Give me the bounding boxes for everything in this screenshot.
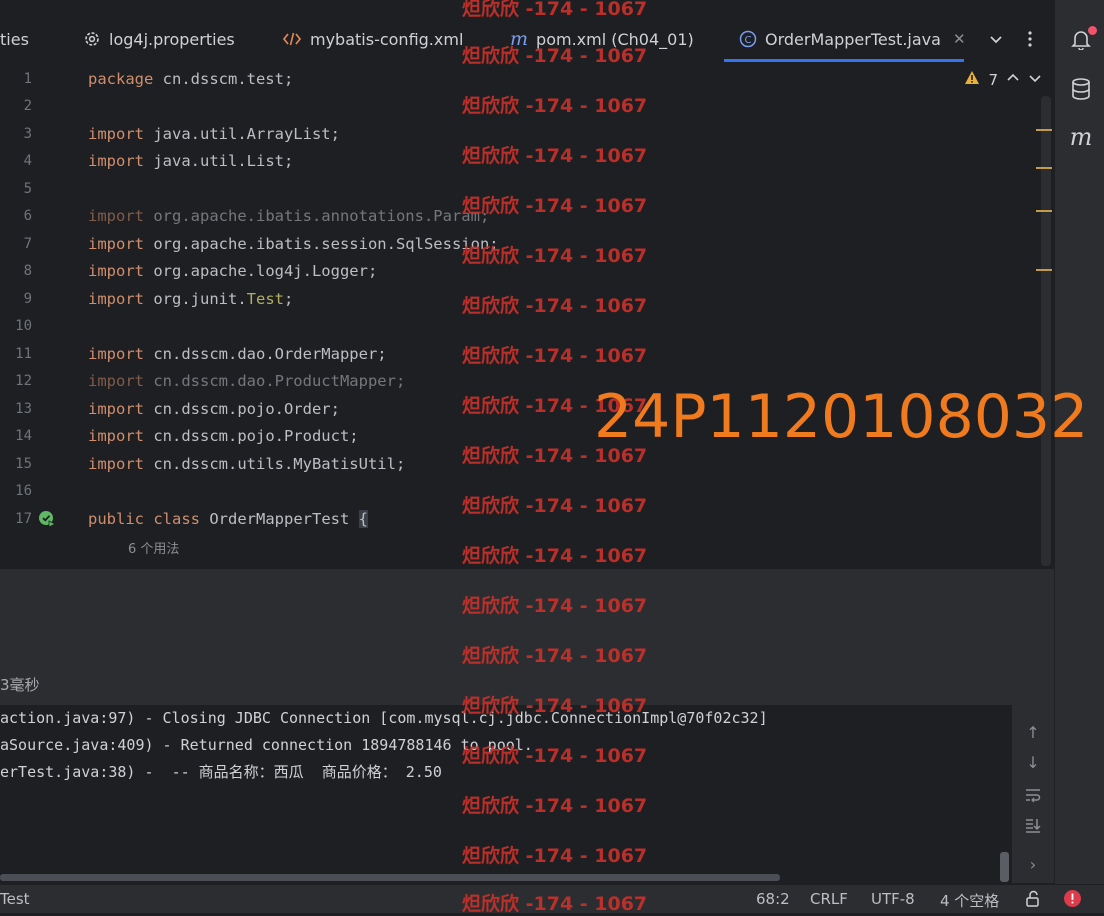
line-number: 9 <box>23 291 32 307</box>
chevron-down-icon[interactable] <box>988 14 1004 64</box>
watermark: 炟欣欣 -174 - 1067 <box>462 45 648 67</box>
code-line: import org.apache.log4j.Logger; <box>88 262 378 280</box>
code-line: import java.util.List; <box>88 152 294 170</box>
status-left-text[interactable]: Test <box>0 890 30 908</box>
watermark: 炟欣欣 -174 - 1067 <box>462 745 648 767</box>
cursor-position[interactable]: 68:2 <box>756 890 790 908</box>
notification-badge <box>1088 26 1097 35</box>
database-icon[interactable] <box>1068 76 1094 102</box>
line-number: 8 <box>23 263 32 279</box>
code-line: import cn.dsscm.dao.OrderMapper; <box>88 345 387 363</box>
tab-ordermappertest-java[interactable]: C OrderMapperTest.java ✕ <box>739 14 966 64</box>
class-icon: C <box>739 30 757 48</box>
usage-hint[interactable]: 6 个用法 <box>128 538 179 557</box>
lock-icon[interactable] <box>1024 890 1042 912</box>
console-toolbar: ↑ ↓ › <box>1012 705 1054 883</box>
line-number: 16 <box>15 483 32 499</box>
line-number: 10 <box>15 318 32 334</box>
code-line: public class OrderMapperTest { <box>88 510 368 528</box>
xml-icon <box>282 31 302 47</box>
watermark: 炟欣欣 -174 - 1067 <box>462 695 648 717</box>
close-icon[interactable]: ✕ <box>953 30 966 48</box>
code-line: import cn.dsscm.pojo.Order; <box>88 400 340 418</box>
tab-mybatis-config[interactable]: mybatis-config.xml <box>282 14 463 64</box>
chevron-right-icon[interactable]: › <box>1023 855 1043 875</box>
file-encoding[interactable]: UTF-8 <box>871 890 915 908</box>
tab-label: OrderMapperTest.java <box>765 29 941 49</box>
maven-icon[interactable]: m <box>1068 123 1094 151</box>
code-line-unused: import cn.dsscm.dao.ProductMapper; <box>88 372 406 390</box>
tab-label: mybatis-config.xml <box>310 29 464 49</box>
tab-properties[interactable]: ties <box>0 14 29 64</box>
warning-marker[interactable] <box>1036 210 1052 212</box>
warning-icon <box>964 70 980 89</box>
more-vertical-icon[interactable] <box>1026 14 1034 64</box>
line-number: 7 <box>23 236 32 252</box>
code-line: package cn.dsscm.test; <box>88 70 294 88</box>
svg-text:C: C <box>745 35 752 46</box>
watermark: 炟欣欣 -174 - 1067 <box>462 245 648 267</box>
line-number: 2 <box>23 98 32 114</box>
tab-label: ties <box>0 29 29 49</box>
chevron-up-icon[interactable] <box>1006 71 1020 89</box>
line-number: 5 <box>23 181 32 197</box>
active-tab-indicator <box>724 59 964 62</box>
line-number: 15 <box>15 456 32 472</box>
line-number: 3 <box>23 126 32 142</box>
line-separator[interactable]: CRLF <box>810 890 848 908</box>
watermark: 炟欣欣 -174 - 1067 <box>462 795 648 817</box>
watermark: 炟欣欣 -174 - 1067 <box>462 645 648 667</box>
line-number-gutter: 1 2 3 4 5 6 7 8 9 10 11 12 13 14 15 16 1… <box>0 64 86 569</box>
watermark: 炟欣欣 -174 - 1067 <box>462 195 648 217</box>
line-number: 12 <box>15 373 32 389</box>
scroll-to-end-icon[interactable] <box>1023 817 1043 837</box>
code-line: import cn.dsscm.pojo.Product; <box>88 427 359 445</box>
watermark: 炟欣欣 -174 - 1067 <box>462 0 648 20</box>
console-line: erTest.java:38) - -- 商品名称：西瓜 商品价格： 2.50 <box>0 763 442 781</box>
line-number: 4 <box>23 153 32 169</box>
line-number: 6 <box>23 208 32 224</box>
code-line: import org.junit.Test; <box>88 290 294 308</box>
watermark: 炟欣欣 -174 - 1067 <box>462 845 648 867</box>
run-test-icon[interactable] <box>38 510 56 532</box>
code-line-unused: import org.apache.ibatis.annotations.Par… <box>88 207 490 225</box>
line-number: 1 <box>23 71 32 87</box>
code-line: import cn.dsscm.utils.MyBatisUtil; <box>88 455 406 473</box>
warning-marker[interactable] <box>1036 167 1052 169</box>
line-number: 17 <box>15 511 32 527</box>
warning-marker[interactable] <box>1036 129 1052 131</box>
watermark: 炟欣欣 -174 - 1067 <box>462 145 648 167</box>
watermark: 炟欣欣 -174 - 1067 <box>462 345 648 367</box>
console-horizontal-scrollbar[interactable] <box>0 874 780 881</box>
console-vertical-scrollbar[interactable] <box>1000 852 1009 882</box>
chevron-down-icon[interactable] <box>1028 71 1042 89</box>
soft-wrap-icon[interactable] <box>1023 787 1043 807</box>
warning-count: 7 <box>988 70 998 89</box>
warning-marker[interactable] <box>1036 269 1052 271</box>
indent-setting[interactable]: 4 个空格 <box>940 890 999 911</box>
tab-label: log4j.properties <box>109 29 235 49</box>
watermark: 炟欣欣 -174 - 1067 <box>462 295 648 317</box>
line-number: 14 <box>15 428 32 444</box>
code-line: import java.util.ArrayList; <box>88 125 340 143</box>
arrow-down-icon[interactable]: ↓ <box>1023 753 1043 773</box>
arrow-up-icon[interactable]: ↑ <box>1023 723 1043 743</box>
big-watermark: 24P1120108032 <box>594 382 1089 452</box>
gear-icon <box>83 30 101 48</box>
watermark: 炟欣欣 -174 - 1067 <box>462 95 648 117</box>
watermark: 炟欣欣 -174 - 1067 <box>462 595 648 617</box>
watermark: 炟欣欣 -174 - 1067 <box>462 545 648 567</box>
line-number: 11 <box>15 346 32 362</box>
test-duration: 3毫秒 <box>0 676 40 694</box>
console-line: aSource.java:409) - Returned connection … <box>0 736 533 754</box>
code-line: import org.apache.ibatis.session.SqlSess… <box>88 235 499 253</box>
console-line: action.java:97) - Closing JDBC Connectio… <box>0 709 768 727</box>
error-icon[interactable] <box>1063 889 1082 912</box>
watermark: 炟欣欣 -174 - 1067 <box>462 495 648 517</box>
inspection-widget[interactable]: 7 <box>964 70 1042 89</box>
tab-log4j-properties[interactable]: log4j.properties <box>83 14 235 64</box>
line-number: 13 <box>15 401 32 417</box>
